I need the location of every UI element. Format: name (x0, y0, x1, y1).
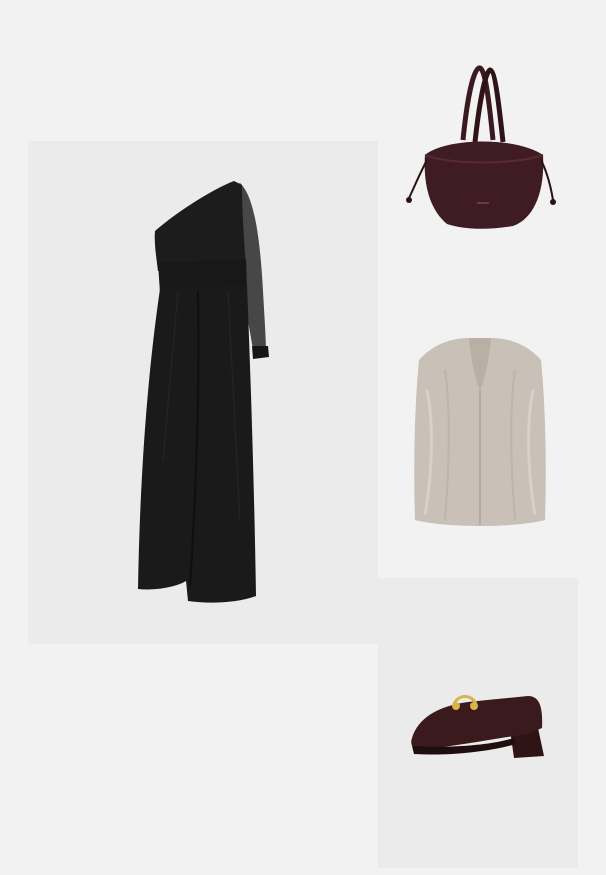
fur-vest-product-image[interactable] (405, 330, 555, 535)
loafer-product-image[interactable] (378, 578, 578, 868)
fur-vest-icon (414, 338, 546, 526)
bucket-bag-product-image[interactable] (395, 60, 560, 240)
jumpsuit-icon (138, 181, 269, 603)
bucket-bag-icon (406, 65, 556, 229)
jumpsuit-product-image[interactable] (28, 141, 378, 644)
loafer-icon (411, 695, 544, 758)
